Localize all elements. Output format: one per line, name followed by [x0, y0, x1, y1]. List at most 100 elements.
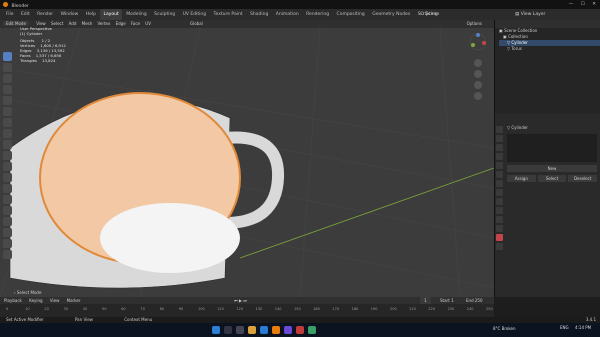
task-view-icon[interactable] — [236, 326, 244, 334]
world-tab-icon[interactable] — [496, 171, 503, 178]
tab-uv-editing[interactable]: UV Editing — [180, 9, 209, 20]
cursor-tool-icon[interactable] — [3, 63, 12, 72]
current-frame-field[interactable]: 1 — [420, 297, 431, 304]
select-box-tool-icon[interactable] — [3, 52, 12, 61]
close-icon[interactable]: ✕ — [592, 2, 596, 7]
view-menu[interactable]: View — [50, 298, 60, 303]
new-material-button[interactable]: New — [507, 165, 597, 172]
measure-tool-icon[interactable] — [3, 129, 12, 138]
app-icon[interactable] — [308, 326, 316, 334]
menu-uv[interactable]: UV — [145, 21, 151, 26]
material-slots-list[interactable] — [507, 134, 597, 162]
render-tab-icon[interactable] — [496, 135, 503, 142]
extrude-tool-icon[interactable] — [3, 140, 12, 149]
transform-orientation[interactable]: Global — [190, 20, 203, 28]
inset-tool-icon[interactable] — [3, 151, 12, 160]
particles-tab-icon[interactable] — [496, 198, 503, 205]
windows-start-icon[interactable] — [212, 326, 220, 334]
end-frame-field[interactable]: End 250 — [466, 297, 483, 304]
frame-tick-label: 80 — [159, 307, 165, 311]
menu-file[interactable]: File — [3, 9, 17, 20]
play-icon[interactable]: ▶ — [239, 298, 242, 303]
axis-gizmo-icon[interactable] — [468, 32, 488, 52]
shrink-fatten-tool-icon[interactable] — [3, 239, 12, 248]
poly-build-tool-icon[interactable] — [3, 195, 12, 204]
tab-animation[interactable]: Animation — [273, 9, 302, 20]
camera-view-icon[interactable] — [474, 81, 482, 89]
select-button[interactable]: Select — [537, 175, 567, 182]
playback-controls[interactable]: ⏮ ▶ ⏭ — [234, 297, 247, 304]
shear-tool-icon[interactable] — [3, 250, 12, 259]
tab-rendering[interactable]: Rendering — [303, 9, 332, 20]
scale-tool-icon[interactable] — [3, 96, 12, 105]
deselect-button[interactable]: Deselect — [568, 175, 598, 182]
perspective-toggle-icon[interactable] — [474, 92, 482, 100]
scene-tab-icon[interactable] — [496, 162, 503, 169]
tab-texture-paint[interactable]: Texture Paint — [211, 9, 246, 20]
move-tool-icon[interactable] — [3, 74, 12, 83]
smooth-tool-icon[interactable] — [3, 217, 12, 226]
transform-tool-icon[interactable] — [3, 107, 12, 116]
pan-icon[interactable] — [474, 70, 482, 78]
options-dropdown[interactable]: Options — [467, 20, 482, 28]
menu-face[interactable]: Face — [131, 21, 140, 26]
tab-shading[interactable]: Shading — [247, 9, 271, 20]
menu-edge[interactable]: Edge — [116, 21, 126, 26]
texture-tab-icon[interactable] — [496, 243, 503, 250]
scene-selector[interactable]: ⎔ Scene — [420, 9, 439, 20]
tab-modeling[interactable]: Modeling — [123, 9, 149, 20]
search-icon[interactable] — [224, 326, 232, 334]
blender-taskbar-icon[interactable] — [272, 326, 280, 334]
menu-help[interactable]: Help — [83, 9, 99, 20]
material-tab-icon[interactable] — [496, 234, 503, 241]
outliner-item-torus[interactable]: ▽ Torus — [499, 46, 600, 52]
clock[interactable]: 4:14 PM — [575, 325, 591, 330]
knife-tool-icon[interactable] — [3, 184, 12, 193]
view-layer-selector[interactable]: ▤ View Layer — [515, 9, 545, 20]
playback-menu[interactable]: Playback — [4, 298, 22, 303]
object-tab-icon[interactable] — [496, 180, 503, 187]
window-controls[interactable]: — ☐ ✕ — [569, 0, 596, 9]
tab-sculpting[interactable]: Sculpting — [151, 9, 178, 20]
constraints-tab-icon[interactable] — [496, 216, 503, 223]
menu-mesh[interactable]: Mesh — [82, 21, 93, 26]
tool-tab-icon[interactable] — [496, 126, 503, 133]
weather-widget[interactable]: 8°C Broken — [493, 326, 516, 331]
lang-indicator[interactable]: ENG — [560, 325, 569, 330]
jump-end-icon[interactable]: ⏭ — [243, 298, 247, 303]
minimize-icon[interactable]: — — [569, 2, 574, 7]
tab-compositing[interactable]: Compositing — [334, 9, 368, 20]
menu-window[interactable]: Window — [58, 9, 82, 20]
menu-add[interactable]: Add — [69, 21, 77, 26]
maximize-icon[interactable]: ☐ — [581, 2, 585, 7]
keying-menu[interactable]: Keying — [29, 298, 42, 303]
navigation-gizmo[interactable] — [468, 32, 488, 112]
edge-slide-tool-icon[interactable] — [3, 228, 12, 237]
app-icon[interactable] — [284, 326, 292, 334]
physics-tab-icon[interactable] — [496, 207, 503, 214]
menu-edit[interactable]: Edit — [18, 9, 33, 20]
edge-browser-icon[interactable] — [260, 326, 268, 334]
modifier-tab-icon[interactable] — [496, 189, 503, 196]
jump-start-icon[interactable]: ⏮ — [234, 298, 238, 303]
app-icon[interactable] — [296, 326, 304, 334]
annotate-tool-icon[interactable] — [3, 118, 12, 127]
assign-button[interactable]: Assign — [507, 175, 536, 182]
3d-viewport[interactable]: Edit Mode View Select Add Mesh Vertex Ed… — [0, 20, 494, 297]
view-layer-tab-icon[interactable] — [496, 153, 503, 160]
menu-vertex[interactable]: Vertex — [97, 21, 110, 26]
data-tab-icon[interactable] — [496, 225, 503, 232]
file-explorer-icon[interactable] — [248, 326, 256, 334]
frame-ruler[interactable]: 0 10 20 30 40 50 60 70 80 90 100 110 120 130 140 150 160… — [0, 304, 494, 317]
output-tab-icon[interactable] — [496, 144, 503, 151]
rotate-tool-icon[interactable] — [3, 85, 12, 94]
marker-menu[interactable]: Marker — [67, 298, 81, 303]
zoom-icon[interactable] — [474, 59, 482, 67]
tab-geometry-nodes[interactable]: Geometry Nodes — [369, 9, 413, 20]
spin-tool-icon[interactable] — [3, 206, 12, 215]
bevel-tool-icon[interactable] — [3, 162, 12, 171]
tab-layout[interactable]: Layout — [100, 9, 122, 20]
start-frame-field[interactable]: Start 1 — [440, 297, 454, 304]
menu-render[interactable]: Render — [34, 9, 56, 20]
loop-cut-tool-icon[interactable] — [3, 173, 12, 182]
